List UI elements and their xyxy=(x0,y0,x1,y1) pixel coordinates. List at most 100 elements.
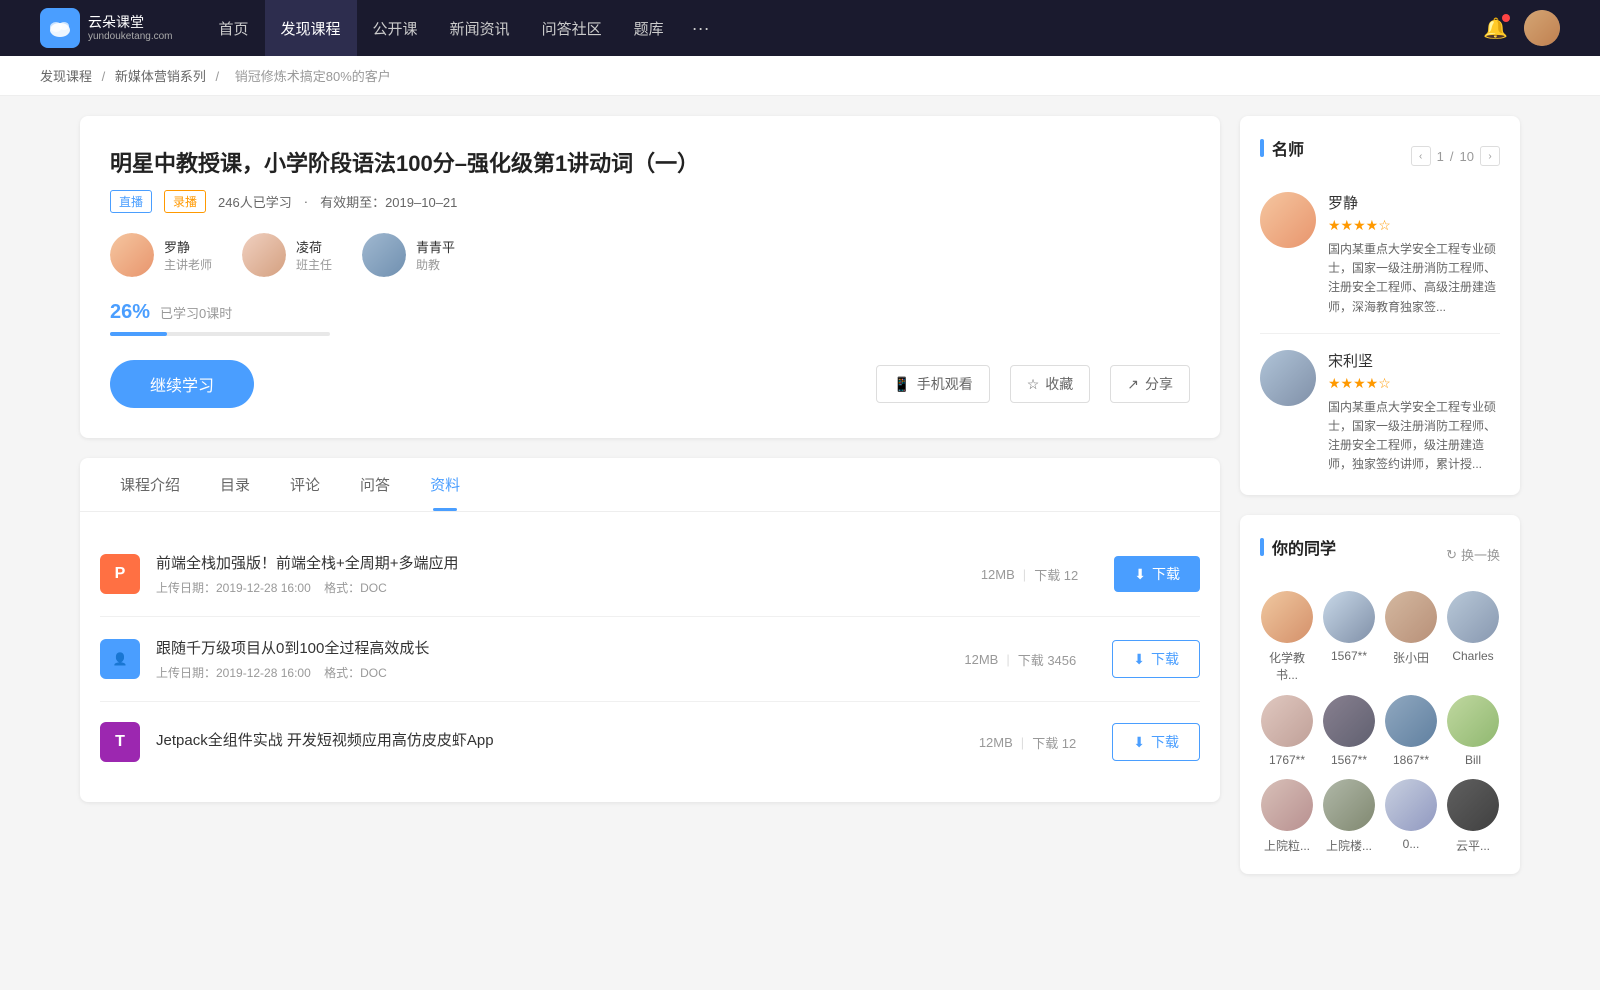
nav-quiz[interactable]: 题库 xyxy=(618,0,680,56)
right-panel: 名师 ‹ 1 / 10 › 罗静 ★★★★☆ 国内某重点大学安全工程 xyxy=(1240,116,1520,874)
teacher-2-role: 班主任 xyxy=(296,256,332,273)
tp-desc-1: 国内某重点大学安全工程专业硕士，国家一级注册消防工程师、注册安全工程师、高级注册… xyxy=(1328,240,1500,317)
teacher-3-avatar xyxy=(362,233,406,277)
badge-record: 录播 xyxy=(164,190,206,213)
classmate-10: 上院楼... xyxy=(1322,779,1376,854)
main-content: 明星中教授课，小学阶段语法100分–强化级第1讲动词（一） 直播 录播 246人… xyxy=(40,96,1560,894)
teacher-1: 罗静 主讲老师 xyxy=(110,233,212,277)
bell-icon[interactable]: 🔔 xyxy=(1483,16,1508,41)
teachers-pagination: ‹ 1 / 10 › xyxy=(1411,146,1500,166)
collect-button[interactable]: ☆ 收藏 xyxy=(1010,365,1091,403)
breadcrumb-link-series[interactable]: 新媒体营销系列 xyxy=(115,69,206,84)
action-buttons: 📱 手机观看 ☆ 收藏 ↗ 分享 xyxy=(876,365,1190,403)
progress-bar-bg xyxy=(110,332,330,336)
tabs-section: 课程介绍 目录 评论 问答 资料 P 前端全栈加强版！前端全栈+全周期+多端应用… xyxy=(80,458,1220,802)
teacher-1-name: 罗静 xyxy=(164,237,212,256)
teacher-profile-2: 宋利坚 ★★★★☆ 国内某重点大学安全工程专业硕士，国家一级注册消防工程师、注册… xyxy=(1260,350,1500,475)
file-item-3: T Jetpack全组件实战 开发短视频应用高仿皮皮虾App 12MB | 下载… xyxy=(100,702,1200,782)
file-icon-3: T xyxy=(100,722,140,762)
navbar: 云朵课堂 yundouketang.com 首页 发现课程 公开课 新闻资讯 问… xyxy=(0,0,1600,56)
file-stats-2: 12MB | 下载 3456 xyxy=(964,650,1076,669)
download-icon-3: ⬇ xyxy=(1133,734,1145,751)
teachers-list: 罗静 主讲老师 凌荷 班主任 xyxy=(110,233,1190,277)
badge-live: 直播 xyxy=(110,190,152,213)
pagination-next[interactable]: › xyxy=(1480,146,1500,166)
left-panel: 明星中教授课，小学阶段语法100分–强化级第1讲动词（一） 直播 录播 246人… xyxy=(80,116,1220,874)
tp-stars-2: ★★★★☆ xyxy=(1328,375,1500,392)
classmate-12: 云平... xyxy=(1446,779,1500,854)
classmates-grid: 化学教书... 1567** 张小田 Charles 1767** xyxy=(1260,591,1500,854)
download-button-3[interactable]: ⬇ 下载 xyxy=(1112,723,1200,761)
tab-qa[interactable]: 问答 xyxy=(340,458,410,511)
teacher-2-name: 凌荷 xyxy=(296,237,332,256)
tp-name-2: 宋利坚 xyxy=(1328,350,1500,371)
classmate-name-12: 云平... xyxy=(1456,837,1490,854)
share-button[interactable]: ↗ 分享 xyxy=(1110,365,1190,403)
tab-catalog[interactable]: 目录 xyxy=(200,458,270,511)
avatar-image xyxy=(1524,10,1560,46)
tab-review[interactable]: 评论 xyxy=(270,458,340,511)
classmate-name-1: 化学教书... xyxy=(1260,649,1314,683)
file-item-1: P 前端全栈加强版！前端全栈+全周期+多端应用 上传日期：2019-12-28 … xyxy=(100,532,1200,617)
breadcrumb-link-discover[interactable]: 发现课程 xyxy=(40,69,92,84)
classmate-1: 化学教书... xyxy=(1260,591,1314,683)
nav-news[interactable]: 新闻资讯 xyxy=(434,0,526,56)
classmate-8: Bill xyxy=(1446,695,1500,767)
file-item-2: 👤 跟随千万级项目从0到100全过程高效成长 上传日期：2019-12-28 1… xyxy=(100,617,1200,702)
file-info-3: Jetpack全组件实战 开发短视频应用高仿皮皮虾App xyxy=(156,729,963,756)
course-title: 明星中教授课，小学阶段语法100分–强化级第1讲动词（一） xyxy=(110,146,1190,178)
mobile-watch-button[interactable]: 📱 手机观看 xyxy=(876,365,989,403)
classmate-3: 张小田 xyxy=(1384,591,1438,683)
tp-avatar-1 xyxy=(1260,192,1316,248)
download-button-2[interactable]: ⬇ 下载 xyxy=(1112,640,1200,678)
nav-home[interactable]: 首页 xyxy=(203,0,265,56)
teacher-2: 凌荷 班主任 xyxy=(242,233,332,277)
download-button-1[interactable]: ⬇ 下载 xyxy=(1114,556,1200,592)
teacher-3: 青青平 助教 xyxy=(362,233,455,277)
classmate-9: 上院粒... xyxy=(1260,779,1314,854)
course-card: 明星中教授课，小学阶段语法100分–强化级第1讲动词（一） 直播 录播 246人… xyxy=(80,116,1220,438)
classmate-name-2: 1567** xyxy=(1331,649,1367,663)
nav-logo[interactable]: 云朵课堂 yundouketang.com xyxy=(40,8,173,48)
teacher-3-role: 助教 xyxy=(416,256,455,273)
teacher-1-role: 主讲老师 xyxy=(164,256,212,273)
notification-dot xyxy=(1502,14,1510,22)
classmates-title: 你的同学 xyxy=(1260,535,1336,559)
mobile-watch-label: 手机观看 xyxy=(917,374,973,394)
file-info-2: 跟随千万级项目从0到100全过程高效成长 上传日期：2019-12-28 16:… xyxy=(156,637,948,681)
pagination-total: 10 xyxy=(1460,149,1474,164)
course-meta: 直播 录播 246人已学习 · 有效期至：2019–10–21 xyxy=(110,190,1190,213)
logo-icon xyxy=(40,8,80,48)
share-icon: ↗ xyxy=(1127,376,1139,393)
tab-resources[interactable]: 资料 xyxy=(410,458,480,511)
download-icon-1: ⬇ xyxy=(1134,566,1146,583)
pagination-prev[interactable]: ‹ xyxy=(1411,146,1431,166)
nav-discover[interactable]: 发现课程 xyxy=(265,0,357,56)
classmate-7: 1867** xyxy=(1384,695,1438,767)
nav-right: 🔔 xyxy=(1483,10,1560,46)
classmate-2: 1567** xyxy=(1322,591,1376,683)
tabs-content: P 前端全栈加强版！前端全栈+全周期+多端应用 上传日期：2019-12-28 … xyxy=(80,512,1220,802)
teacher-3-name: 青青平 xyxy=(416,237,455,256)
classmate-name-4: Charles xyxy=(1452,649,1493,663)
star-icon: ☆ xyxy=(1027,376,1040,393)
refresh-label: 换一换 xyxy=(1461,545,1500,564)
nav-more[interactable]: ··· xyxy=(680,0,722,56)
classmate-name-5: 1767** xyxy=(1269,753,1305,767)
classmates-panel: 你的同学 ↻ 换一换 化学教书... 1567** 张小田 xyxy=(1240,515,1520,874)
breadcrumb-sep-2: / xyxy=(216,69,223,84)
classmate-name-3: 张小田 xyxy=(1393,649,1429,666)
teacher-2-avatar xyxy=(242,233,286,277)
nav-qa[interactable]: 问答社区 xyxy=(526,0,618,56)
user-avatar[interactable] xyxy=(1524,10,1560,46)
nav-open[interactable]: 公开课 xyxy=(357,0,434,56)
file-meta-2: 上传日期：2019-12-28 16:00 格式：DOC xyxy=(156,664,948,681)
tp-desc-2: 国内某重点大学安全工程专业硕士，国家一级注册消防工程师、注册安全工程师，级注册建… xyxy=(1328,398,1500,475)
valid-date: 有效期至：2019–10–21 xyxy=(320,192,457,211)
classmate-6: 1567** xyxy=(1322,695,1376,767)
file-icon-1: P xyxy=(100,554,140,594)
classmate-name-8: Bill xyxy=(1465,753,1481,767)
continue-study-button[interactable]: 继续学习 xyxy=(110,360,254,408)
tab-intro[interactable]: 课程介绍 xyxy=(100,458,200,511)
refresh-classmates-button[interactable]: ↻ 换一换 xyxy=(1446,545,1500,564)
